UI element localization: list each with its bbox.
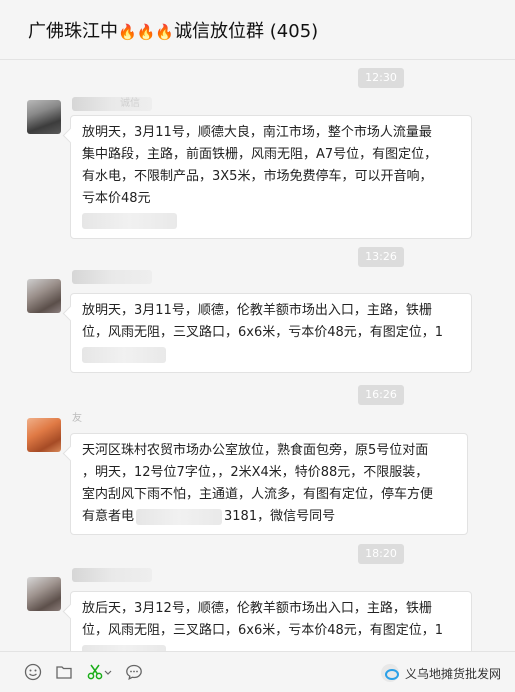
- brand-logo-icon: [380, 664, 399, 682]
- chat-header: 广佛珠江中🔥🔥🔥诚信放位群 (405): [0, 0, 515, 60]
- group-title: 广佛珠江中🔥🔥🔥诚信放位群 (405): [28, 17, 318, 43]
- avatar[interactable]: [27, 577, 61, 611]
- watermark-text: 义乌地摊货批发网: [404, 666, 501, 681]
- message-list[interactable]: 12:30 诚信 放明天，3月11号，顺德大良，南江市场，整个市场人流量最 集中…: [0, 61, 515, 651]
- avatar[interactable]: [27, 418, 61, 452]
- message-text: 室内刮风下雨不怕，主通道，人流多，有图有定位，停车方便: [82, 487, 434, 502]
- message-bubble[interactable]: 放明天，3月11号，顺德，伦教羊额市场出入口，主路，铁栅 位，风雨无阻，三叉路口…: [70, 293, 472, 373]
- emoji-icon[interactable]: [24, 663, 42, 681]
- message-text: ，明天，12号位7字位，，2米X4米，特价88元，不限服装，: [82, 465, 429, 480]
- redacted-text: [136, 508, 223, 525]
- title-prefix: 广佛珠江中: [28, 20, 118, 42]
- sender-name: [72, 568, 152, 582]
- message-text: 放明天，3月11号，顺德，伦教羊额市场出入口，主路，铁栅: [82, 303, 432, 318]
- redacted-text: [82, 344, 461, 366]
- timestamp: 16:26: [358, 385, 404, 405]
- fire-icon: 🔥: [155, 22, 175, 41]
- input-toolbar: 义乌地摊货批发网: [0, 651, 515, 692]
- sender-name: 友: [72, 413, 82, 424]
- sender-name: [72, 270, 152, 284]
- fire-icon: 🔥: [118, 22, 137, 41]
- message-text: 天河区珠村农贸市场办公室放位，熟食面包旁，原5号位对面: [82, 443, 429, 458]
- scissors-icon[interactable]: [86, 663, 112, 681]
- message-bubble[interactable]: 放明天，3月11号，顺德大良，南江市场，整个市场人流量最 集中路段，主路，前面铁…: [70, 115, 472, 239]
- message-text: 位，风雨无阻，三叉路口，6x6米，亏本价48元，有图定位，1: [82, 623, 444, 638]
- message-text: 位，风雨无阻，三叉路口，6x6米，亏本价48元，有图定位，1: [82, 325, 444, 340]
- message-text: 亏本价48元: [82, 191, 151, 206]
- timestamp: 13:26: [358, 247, 404, 267]
- message-text: 集中路段，主路，前面铁栅，风雨无阻，A7号位，有图定位，: [82, 147, 438, 162]
- watermark: 义乌地摊货批发网: [380, 664, 501, 682]
- message-text: 有意者电: [82, 509, 135, 524]
- redacted-text: [82, 642, 461, 651]
- redacted-text: [82, 210, 461, 232]
- fire-icon: 🔥: [136, 22, 156, 41]
- avatar[interactable]: [27, 279, 61, 313]
- sender-name: 诚信: [72, 97, 152, 111]
- chat-bubble-icon[interactable]: [125, 663, 143, 681]
- message-text: 放明天，3月11号，顺德大良，南江市场，整个市场人流量最: [82, 125, 432, 140]
- message-text: 3181，微信号同号: [224, 509, 336, 524]
- message-text: 放后天，3月12号，顺德，伦教羊额市场出入口，主路，铁栅: [82, 601, 432, 616]
- timestamp: 18:20: [358, 544, 404, 564]
- message-text: 有水电，不限制产品，3X5米，市场免费停车，可以开音响，: [82, 169, 433, 184]
- timestamp: 12:30: [358, 68, 404, 88]
- folder-icon[interactable]: [55, 663, 73, 681]
- avatar[interactable]: [27, 100, 61, 134]
- title-suffix: 诚信放位群 (405): [174, 20, 319, 42]
- message-bubble[interactable]: 放后天，3月12号，顺德，伦教羊额市场出入口，主路，铁栅 位，风雨无阻，三叉路口…: [70, 591, 472, 651]
- message-text-with-redaction: 有意者电 3181，微信号同号: [82, 506, 457, 528]
- message-bubble[interactable]: 天河区珠村农贸市场办公室放位，熟食面包旁，原5号位对面 ，明天，12号位7字位，…: [70, 433, 468, 535]
